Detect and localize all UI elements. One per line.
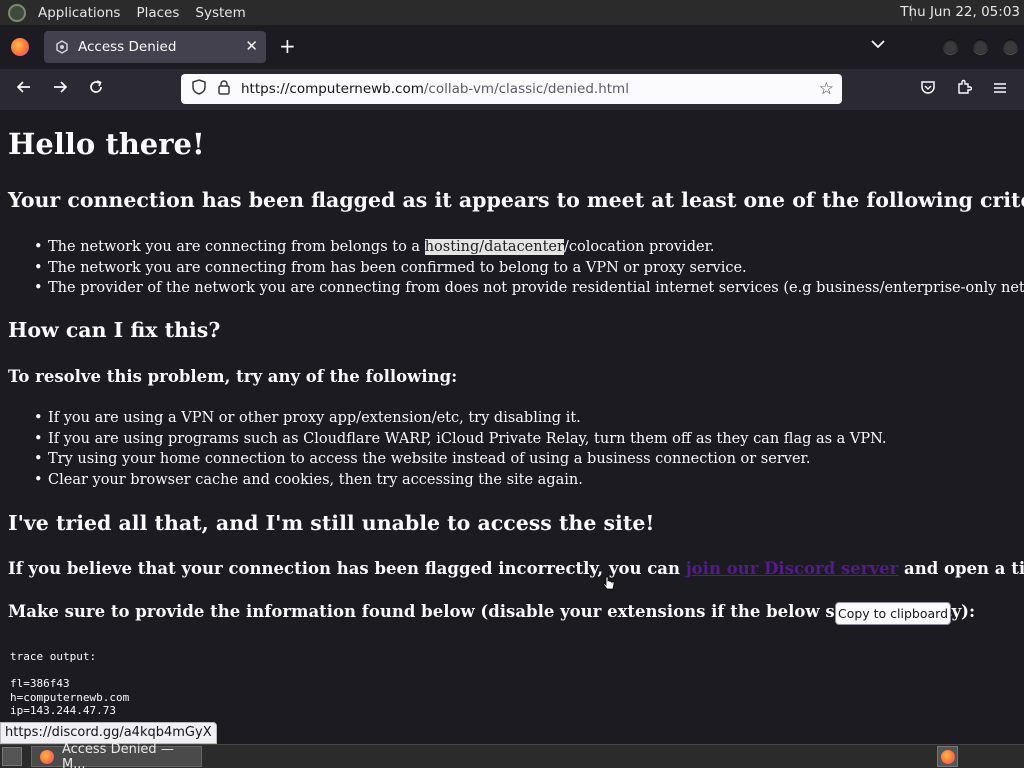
site-lock-icon[interactable]: [217, 79, 231, 99]
criteria-heading: Your connection has been flagged as it a…: [8, 188, 1024, 212]
criteria-item-text: /colocation provider.: [563, 239, 715, 255]
selected-text: hosting/datacenter: [424, 239, 564, 255]
url-bar[interactable]: https://computernewb.com/collab-vm/class…: [181, 74, 842, 104]
tried-heading: I've tried all that, and I'm still unabl…: [8, 511, 655, 535]
tray-firefox-launcher[interactable]: [937, 746, 958, 767]
tab-close-icon[interactable]: ✕: [245, 37, 258, 55]
discord-text-post: and open a ticket.: [904, 559, 1024, 578]
criteria-item-text: The network you are connecting from belo…: [48, 239, 425, 255]
bookmark-star-icon[interactable]: ☆: [819, 79, 834, 99]
bottom-taskbar: Access Denied — M...: [0, 742, 1024, 768]
trace-output: trace output: fl=386f43 h=computernewb.c…: [10, 650, 130, 718]
criteria-item: The network you are connecting from has …: [34, 258, 1024, 279]
maximize-window-button[interactable]: [973, 39, 988, 54]
criteria-item: The network you are connecting from belo…: [34, 237, 1024, 258]
new-tab-button[interactable]: +: [279, 35, 296, 57]
tab-access-denied[interactable]: Access Denied ✕: [44, 31, 266, 63]
discord-paragraph: If you believe that your connection has …: [8, 559, 1024, 578]
panel-clock[interactable]: Thu Jun 22, 05:03: [900, 4, 1020, 20]
discord-text-pre: If you believe that your connection has …: [8, 559, 686, 578]
firefox-icon: [40, 749, 54, 764]
system-menu[interactable]: System: [195, 5, 245, 21]
copy-to-clipboard-button[interactable]: Copy to clipboard: [835, 602, 951, 625]
taskbar-window-button[interactable]: Access Denied — M...: [31, 742, 202, 768]
info-paragraph: Make sure to provide the information fou…: [8, 602, 976, 621]
reload-button[interactable]: [84, 78, 108, 100]
firefox-view-icon[interactable]: [11, 38, 29, 56]
url-text[interactable]: https://computernewb.com/collab-vm/class…: [241, 81, 629, 97]
firefox-icon: [940, 749, 955, 764]
hand-pointer-cursor-icon: [602, 576, 615, 592]
fix-item: Clear your browser cache and cookies, th…: [34, 470, 887, 491]
fix-item: If you are using programs such as Cloudf…: [34, 429, 887, 450]
show-desktop-icon[interactable]: [2, 747, 22, 766]
navigation-toolbar: https://computernewb.com/collab-vm/class…: [0, 69, 1024, 110]
pocket-icon[interactable]: [918, 79, 938, 99]
url-host: https://computernewb.com: [241, 81, 424, 97]
minimize-window-button[interactable]: [943, 39, 958, 54]
distro-logo-icon[interactable]: [8, 3, 26, 22]
list-all-tabs-button[interactable]: [871, 37, 885, 53]
fix-heading: How can I fix this?: [8, 318, 221, 342]
url-path: /collab-vm/classic/denied.html: [423, 81, 629, 97]
fix-item: If you are using a VPN or other proxy ap…: [34, 408, 887, 429]
taskbar-window-label: Access Denied — M...: [61, 741, 174, 768]
fix-item: Try using your home connection to access…: [34, 449, 887, 470]
app-menu-icon[interactable]: [990, 79, 1010, 98]
close-window-button[interactable]: [1003, 39, 1018, 54]
top-panel: Applications Places System Thu Jun 22, 0…: [0, 0, 1024, 25]
criteria-list: The network you are connecting from belo…: [34, 237, 1024, 299]
fix-list: If you are using a VPN or other proxy ap…: [34, 408, 887, 491]
page-heading: Hello there!: [8, 127, 205, 161]
extensions-icon[interactable]: [954, 79, 974, 99]
back-button[interactable]: [12, 78, 36, 100]
tab-bar: Access Denied ✕ +: [0, 25, 1024, 69]
applications-menu[interactable]: Applications: [38, 5, 120, 21]
tracking-protection-shield-icon[interactable]: [191, 79, 207, 99]
discord-link[interactable]: join our Discord server: [686, 559, 899, 578]
criteria-item: The provider of the network you are conn…: [34, 278, 1024, 299]
resolve-heading: To resolve this problem, try any of the …: [8, 367, 458, 386]
page-content: Hello there! Your connection has been fl…: [0, 110, 1024, 744]
tab-favicon-icon: [55, 40, 69, 54]
places-menu[interactable]: Places: [136, 5, 179, 21]
forward-button[interactable]: [48, 78, 72, 100]
tab-title: Access Denied: [78, 39, 177, 55]
